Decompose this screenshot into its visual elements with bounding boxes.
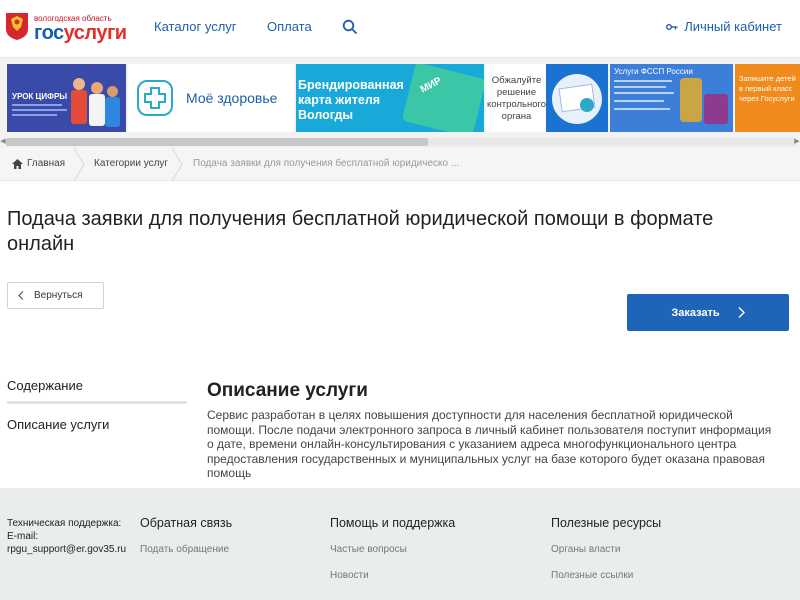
- order-button-label: Заказать: [671, 306, 720, 319]
- health-cross-icon: [137, 80, 173, 116]
- banner-moe-zdorovie[interactable]: Моё здоровье: [128, 64, 294, 132]
- breadcrumb: Главная Категории услуг Подача заявки дл…: [0, 148, 800, 181]
- back-button-label: Вернуться: [34, 290, 83, 301]
- sidebar-divider: [7, 401, 187, 404]
- section-description: Сервис разработан в целях повышения дост…: [207, 408, 772, 480]
- breadcrumb-home[interactable]: Главная: [27, 158, 65, 169]
- breadcrumb-current: Подача заявки для получения бесплатной ю…: [193, 158, 460, 169]
- gosuslugi-logo[interactable]: вологодская область госуслуги: [4, 10, 134, 48]
- coat-of-arms-icon: [6, 13, 28, 40]
- site-header: вологодская область госуслуги Каталог ус…: [0, 0, 800, 58]
- footer-link-faq[interactable]: Частые вопросы: [330, 544, 407, 555]
- search-icon[interactable]: [342, 19, 358, 35]
- logo-wordmark: госуслуги: [34, 22, 127, 44]
- page-title: Подача заявки для получения бесплатной ю…: [7, 208, 714, 255]
- banner-brand-card[interactable]: Брендированная карта жителя Вологды МИР: [296, 64, 484, 132]
- nav-catalog-link[interactable]: Каталог услуг: [154, 19, 237, 34]
- footer-link-submit-appeal[interactable]: Подать обращение: [140, 544, 229, 555]
- nav-payment-link[interactable]: Оплата: [267, 19, 312, 34]
- breadcrumb-categories[interactable]: Категории услуг: [94, 158, 168, 169]
- footer-link-useful[interactable]: Полезные ссылки: [551, 570, 633, 581]
- sidebar-item-contents[interactable]: Содержание: [7, 378, 83, 393]
- sidebar-item-description[interactable]: Описание услуги: [7, 417, 109, 432]
- breadcrumb-separator-icon: [172, 148, 183, 181]
- site-footer: Техническая поддержка: E-mail: rpgu_supp…: [0, 488, 800, 600]
- support-email[interactable]: rpgu_support@er.gov35.ru: [7, 543, 126, 556]
- section-title: Описание услуги: [207, 380, 368, 401]
- breadcrumb-separator-icon: [74, 148, 85, 181]
- email-label: E-mail:: [7, 531, 39, 542]
- banner-scroll-thumb[interactable]: [6, 138, 428, 146]
- banner-first-grade[interactable]: Запишите детей в первый класс через Госу…: [735, 64, 800, 132]
- chevron-right-icon: [738, 307, 745, 318]
- support-label: Техническая поддержка:: [7, 518, 122, 529]
- cabinet-link[interactable]: Личный кабинет: [666, 19, 782, 34]
- back-button[interactable]: Вернуться: [7, 282, 104, 309]
- banner-urok-cifry[interactable]: УРОК ЦИФРЫ: [7, 64, 126, 132]
- cabinet-label: Личный кабинет: [684, 19, 782, 34]
- banner-carousel: УРОК ЦИФРЫ Моё здоровье Брендированная к…: [0, 58, 800, 148]
- footer-link-news[interactable]: Новости: [330, 570, 369, 581]
- order-button[interactable]: Заказать: [627, 294, 789, 331]
- chevron-left-icon: [18, 291, 24, 300]
- support-block: Техническая поддержка: E-mail: rpgu_supp…: [7, 517, 126, 556]
- banner-appeal[interactable]: Обжалуйте решение контрольного органа: [486, 64, 608, 132]
- key-icon: [666, 23, 678, 30]
- scroll-right-arrow[interactable]: ▶: [794, 138, 800, 146]
- footer-help-title: Помощь и поддержка: [330, 516, 456, 530]
- footer-link-authorities[interactable]: Органы власти: [551, 544, 620, 555]
- home-icon[interactable]: [12, 159, 23, 169]
- banner-fssp[interactable]: Услуги ФССП России: [610, 64, 733, 132]
- footer-feedback-title: Обратная связь: [140, 516, 233, 530]
- footer-resources-title: Полезные ресурсы: [551, 516, 662, 530]
